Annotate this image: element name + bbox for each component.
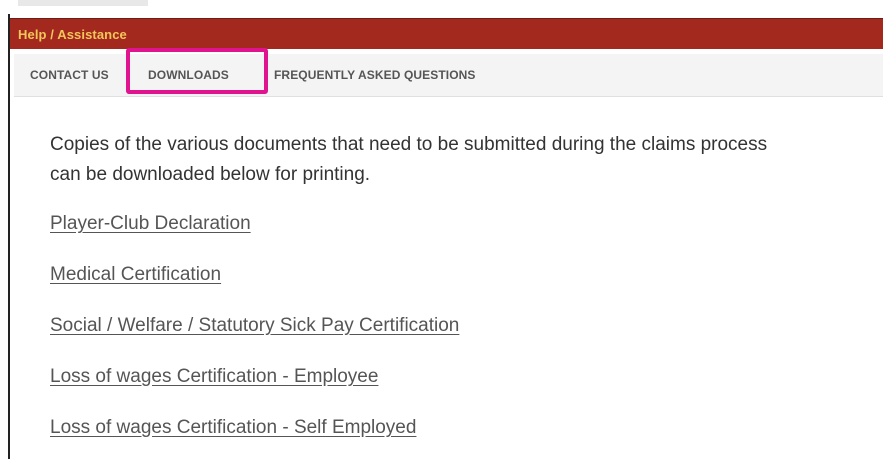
tab-contact-us[interactable]: CONTACT US [30, 54, 109, 96]
link-loss-of-wages-self-employed[interactable]: Loss of wages Certification - Self Emplo… [50, 416, 883, 467]
help-tabs: CONTACT US DOWNLOADS FREQUENTLY ASKED QU… [14, 54, 883, 97]
window-left-border [8, 14, 10, 459]
document-links: Player-Club Declaration Medical Certific… [50, 212, 883, 467]
section-header-bar: Help / Assistance [10, 18, 883, 49]
downloads-content: Copies of the various documents that nee… [50, 130, 883, 467]
page-frame: Help / Assistance CONTACT US DOWNLOADS F… [0, 0, 883, 459]
link-loss-of-wages-employee[interactable]: Loss of wages Certification - Employee [50, 365, 883, 416]
tab-frequently-asked-questions[interactable]: FREQUENTLY ASKED QUESTIONS [274, 54, 476, 96]
link-player-club-declaration[interactable]: Player-Club Declaration [50, 212, 883, 263]
intro-text: Copies of the various documents that nee… [50, 130, 883, 190]
link-medical-certification[interactable]: Medical Certification [50, 263, 883, 314]
cropped-text-remnant [18, 0, 148, 6]
link-social-welfare-sick-pay-certification[interactable]: Social / Welfare / Statutory Sick Pay Ce… [50, 314, 883, 365]
section-title: Help / Assistance [18, 26, 127, 42]
tab-downloads[interactable]: DOWNLOADS [148, 54, 229, 96]
top-strip [0, 0, 883, 14]
intro-line-1: Copies of the various documents that nee… [50, 134, 768, 155]
intro-line-2: can be downloaded below for printing. [50, 164, 371, 185]
